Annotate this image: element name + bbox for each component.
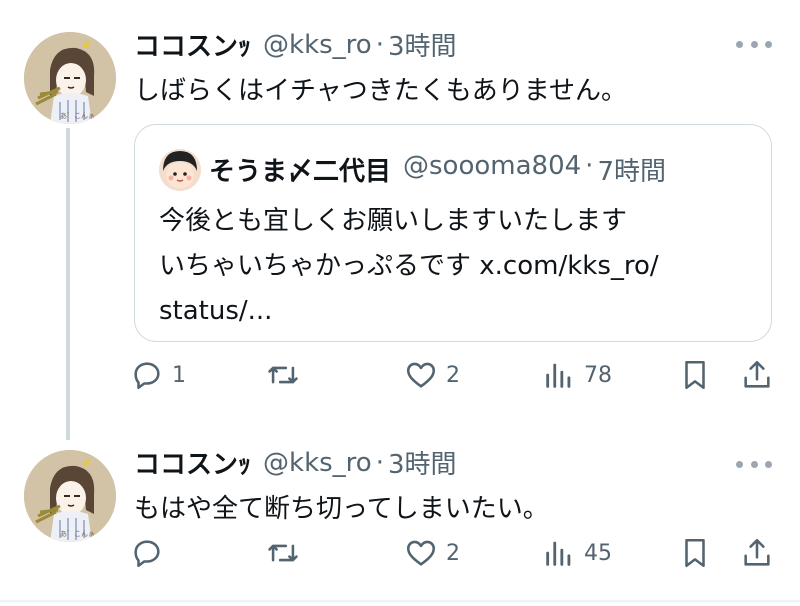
thread-line bbox=[66, 128, 70, 440]
like-icon bbox=[406, 540, 436, 566]
separator-dot: · bbox=[375, 447, 384, 478]
views-button[interactable]: 78 bbox=[542, 358, 612, 392]
reply-icon bbox=[134, 540, 160, 568]
svg-text:あ゛こんぁ: あ゛こんぁ bbox=[60, 530, 95, 538]
quote-tweet[interactable]: そうま〆二代目 @soooma804 · 7時間 今後とも宜しくお願いしますいた… bbox=[134, 124, 772, 342]
separator-dot: · bbox=[585, 151, 594, 181]
avatar-illustration: あ゛こんぁ bbox=[24, 450, 116, 542]
quote-avatar-illustration bbox=[159, 149, 201, 191]
reply-button[interactable]: 1 bbox=[130, 358, 186, 392]
bookmark-icon bbox=[685, 538, 705, 568]
like-count: 2 bbox=[446, 362, 460, 388]
reply-count: 1 bbox=[172, 362, 186, 388]
share-icon bbox=[744, 360, 770, 388]
views-count: 45 bbox=[584, 540, 612, 566]
quote-text: 今後とも宜しくお願いしますいたします いちゃいちゃかっぷるです x.com/kk… bbox=[159, 199, 659, 334]
views-button[interactable]: 45 bbox=[542, 536, 612, 570]
repost-button[interactable] bbox=[266, 536, 308, 570]
more-icon[interactable] bbox=[736, 32, 772, 56]
quote-avatar[interactable] bbox=[159, 149, 201, 191]
bookmark-button[interactable] bbox=[678, 536, 712, 570]
author-handle[interactable]: @kks_ro bbox=[263, 30, 372, 60]
tweet-text: もはや全て断ち切ってしまいたい。 bbox=[134, 494, 549, 524]
reply-button[interactable] bbox=[130, 536, 172, 570]
repost-icon bbox=[268, 366, 298, 384]
views-icon bbox=[546, 541, 571, 566]
like-icon bbox=[406, 362, 436, 388]
share-button[interactable] bbox=[740, 536, 774, 570]
separator-dot: · bbox=[375, 29, 384, 60]
timestamp[interactable]: 3時間 bbox=[388, 444, 457, 481]
avatar-illustration: あ゛こんぁ bbox=[24, 32, 116, 124]
timestamp[interactable]: 3時間 bbox=[388, 26, 457, 63]
avatar[interactable]: あ゛こんぁ bbox=[24, 450, 116, 542]
tweet-header: ココスンｯ @kks_ro · 3時間 bbox=[134, 26, 457, 63]
quote-text-line: いちゃいちゃかっぷるです x.com/kks_ro/ bbox=[159, 251, 659, 281]
quote-text-line: status/... bbox=[159, 296, 273, 326]
repost-button[interactable] bbox=[266, 358, 308, 392]
like-count: 2 bbox=[446, 540, 460, 566]
share-button[interactable] bbox=[740, 358, 774, 392]
tweet-1[interactable]: あ゛こんぁ ココスンｯ @kks_ro · 3時間 しばらくはイチャつきたくもあ… bbox=[0, 0, 800, 440]
bookmark-button[interactable] bbox=[678, 358, 712, 392]
svg-text:あ゛こんぁ: あ゛こんぁ bbox=[60, 112, 95, 120]
avatar[interactable]: あ゛こんぁ bbox=[24, 32, 116, 124]
action-bar: 1 2 78 bbox=[130, 358, 780, 402]
share-icon bbox=[744, 538, 770, 566]
quote-author-name[interactable]: そうま〆二代目 bbox=[209, 151, 391, 188]
views-count: 78 bbox=[584, 362, 612, 388]
quote-text-line: 今後とも宜しくお願いしますいたします bbox=[159, 206, 628, 236]
bookmark-icon bbox=[685, 360, 705, 390]
views-icon bbox=[546, 363, 571, 388]
repost-icon bbox=[268, 544, 298, 562]
like-button[interactable]: 2 bbox=[404, 536, 460, 570]
reply-icon bbox=[134, 362, 160, 390]
tweet-2[interactable]: あ゛こんぁ ココスンｯ @kks_ro · 3時間 もはや全て断ち切ってしまいた… bbox=[0, 440, 800, 606]
author-name[interactable]: ココスンｯ bbox=[134, 26, 251, 63]
quote-author-handle[interactable]: @soooma804 bbox=[403, 151, 581, 188]
tweet-text: しばらくはイチャつきたくもありません。 bbox=[134, 76, 627, 106]
quote-timestamp[interactable]: 7時間 bbox=[597, 151, 666, 188]
like-button[interactable]: 2 bbox=[404, 358, 460, 392]
more-icon[interactable] bbox=[736, 452, 772, 476]
author-handle[interactable]: @kks_ro bbox=[263, 448, 372, 478]
quote-header: そうま〆二代目 @soooma804 · 7時間 bbox=[209, 151, 666, 188]
action-bar: 2 45 bbox=[130, 536, 780, 580]
tweet-divider bbox=[0, 600, 800, 602]
author-name[interactable]: ココスンｯ bbox=[134, 444, 251, 481]
tweet-header: ココスンｯ @kks_ro · 3時間 bbox=[134, 444, 457, 481]
